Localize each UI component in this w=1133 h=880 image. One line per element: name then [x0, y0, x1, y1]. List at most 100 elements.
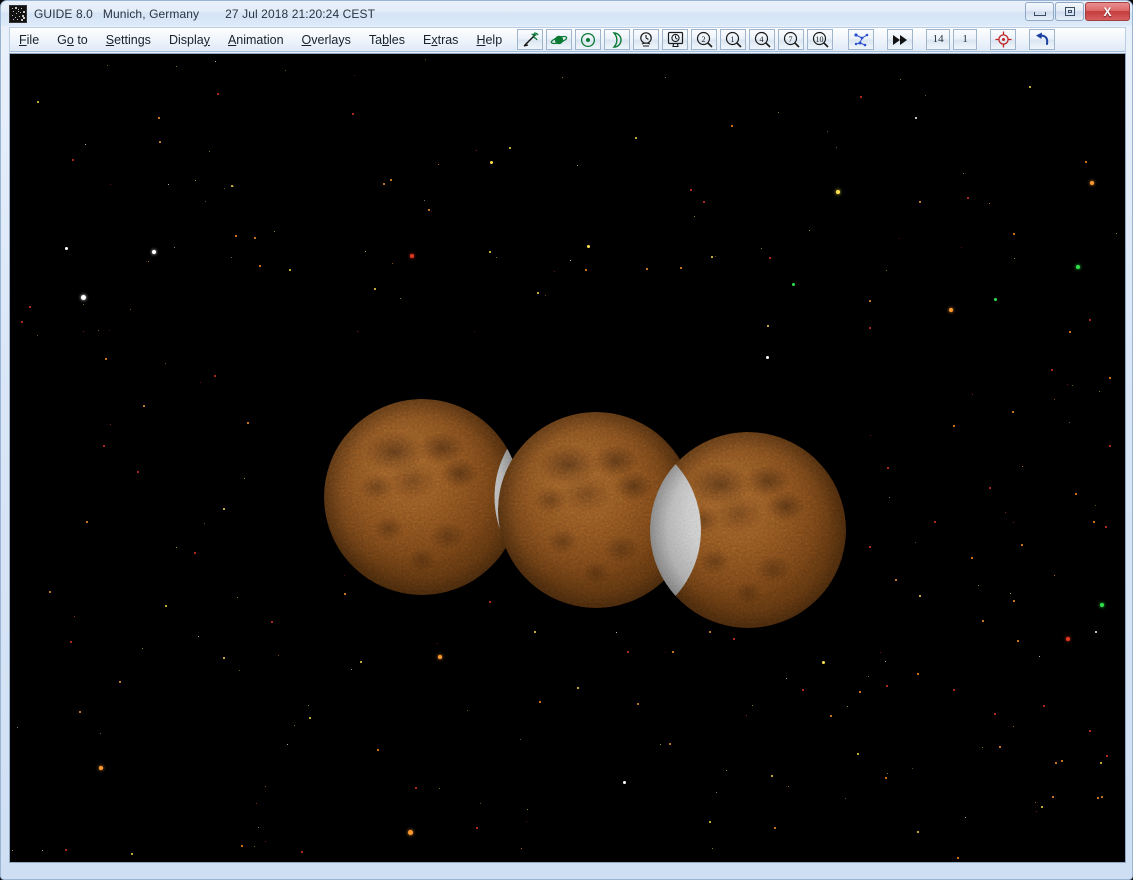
- star: [585, 269, 587, 271]
- star: [64, 246, 68, 250]
- moon-limb-darkening: [324, 399, 520, 595]
- star: [474, 331, 475, 332]
- star: [731, 125, 733, 127]
- star: [130, 309, 131, 310]
- star: [224, 188, 225, 189]
- star: [880, 652, 881, 653]
- star: [778, 112, 779, 113]
- clock-icon[interactable]: [633, 29, 660, 50]
- crosshair-target-icon[interactable]: [990, 29, 1017, 50]
- planet-saturn-icon[interactable]: [546, 29, 573, 50]
- star: [769, 257, 771, 259]
- star: [869, 546, 871, 548]
- star: [953, 425, 955, 427]
- star: [1005, 512, 1006, 513]
- title-bar: GUIDE 8.0 Munich, Germany 27 Jul 2018 21…: [1, 1, 1132, 26]
- star: [971, 557, 973, 559]
- star: [209, 151, 210, 152]
- zoom-level-1-icon[interactable]: 1: [720, 29, 747, 50]
- menu-item-extras[interactable]: Extras: [414, 31, 467, 49]
- star: [1036, 811, 1037, 812]
- moon-limb-darkening: [650, 432, 846, 628]
- star: [761, 248, 762, 249]
- star: [374, 288, 376, 290]
- star: [476, 827, 478, 829]
- star: [845, 798, 846, 799]
- zoom-level-4-icon[interactable]: 4: [749, 29, 776, 50]
- star: [999, 746, 1001, 748]
- toolbar: 2 1 4 7 10 14 1: [517, 29, 1056, 50]
- star: [100, 733, 101, 734]
- menu-item-go-to[interactable]: Go to: [48, 31, 97, 49]
- moon-icon[interactable]: [604, 29, 631, 50]
- fast-forward-icon[interactable]: [887, 29, 914, 50]
- menu-item-file[interactable]: File: [10, 31, 48, 49]
- star: [85, 144, 86, 145]
- zoom-level-7-icon[interactable]: 7: [778, 29, 805, 50]
- star: [148, 261, 149, 262]
- minimize-button[interactable]: [1025, 2, 1054, 21]
- star: [344, 593, 346, 595]
- maximize-button[interactable]: [1055, 2, 1084, 21]
- star: [967, 197, 969, 199]
- star: [142, 648, 143, 649]
- sun-icon[interactable]: [575, 29, 602, 50]
- star: [746, 715, 747, 716]
- star: [301, 851, 303, 853]
- star: [868, 676, 869, 677]
- star: [165, 363, 166, 364]
- menu-item-overlays[interactable]: Overlays: [293, 31, 360, 49]
- star: [520, 739, 521, 740]
- constellation-icon[interactable]: [848, 29, 875, 50]
- sky-chart-view[interactable]: [9, 53, 1126, 863]
- undo-icon[interactable]: [1029, 29, 1056, 50]
- star: [80, 294, 86, 300]
- star: [1054, 575, 1055, 576]
- star: [425, 59, 426, 60]
- star: [289, 269, 291, 271]
- menu-item-settings[interactable]: Settings: [97, 31, 160, 49]
- star: [1085, 161, 1087, 163]
- star: [107, 65, 108, 66]
- star: [915, 117, 917, 119]
- sun-icon: [581, 32, 596, 47]
- star: [1076, 265, 1080, 269]
- telescope-icon[interactable]: [517, 29, 544, 50]
- star: [489, 251, 491, 253]
- star: [365, 251, 366, 252]
- star: [235, 235, 237, 237]
- menu-item-tables[interactable]: Tables: [360, 31, 414, 49]
- zoom-level-7-icon: 7: [783, 31, 800, 48]
- monitor-clock-icon[interactable]: [662, 29, 689, 50]
- star: [622, 780, 626, 784]
- clock-icon: [640, 32, 652, 47]
- star: [72, 159, 74, 161]
- star: [400, 298, 401, 299]
- star: [131, 853, 133, 855]
- star: [12, 850, 13, 851]
- zoom-level-2-icon[interactable]: 2: [691, 29, 718, 50]
- star: [886, 685, 888, 687]
- star: [1054, 399, 1055, 400]
- star: [537, 292, 539, 294]
- step-14-button[interactable]: 14: [926, 29, 951, 50]
- star: [711, 256, 713, 258]
- zoom-level-10-icon[interactable]: 10: [807, 29, 834, 50]
- star: [586, 244, 590, 248]
- star: [767, 325, 769, 327]
- star: [99, 766, 103, 770]
- step-1-button[interactable]: 1: [953, 29, 978, 50]
- star: [786, 678, 787, 679]
- star: [919, 201, 921, 203]
- close-button[interactable]: X: [1085, 2, 1130, 21]
- star: [1029, 86, 1031, 88]
- menu-item-display[interactable]: Display: [160, 31, 219, 49]
- star: [917, 831, 919, 833]
- star: [953, 689, 955, 691]
- star: [934, 521, 936, 523]
- menu-item-animation[interactable]: Animation: [219, 31, 293, 49]
- menu-item-help[interactable]: Help: [467, 31, 511, 49]
- star-chart-icon: [9, 4, 27, 23]
- star: [1017, 640, 1019, 642]
- menu-bar: File Go to Settings Display Animation Overlay…: [9, 27, 1126, 52]
